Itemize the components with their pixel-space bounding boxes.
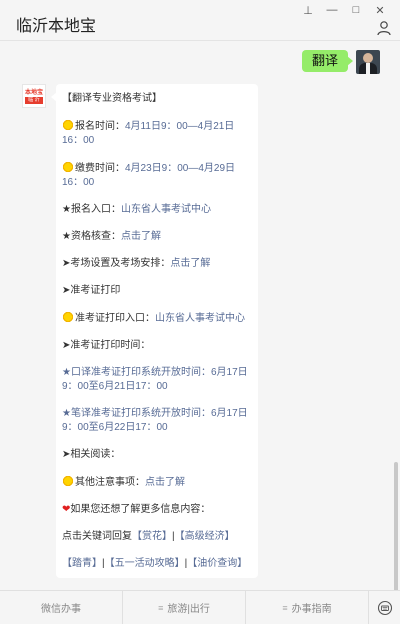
bot-avatar[interactable]: 本地宝 临 沂 xyxy=(22,84,46,108)
bottom-menu: 微信办事 ≡ 旅游|出行 ≡ 办事指南 xyxy=(0,590,400,624)
keyboard-toggle[interactable] xyxy=(369,591,400,624)
admission-print-heading: ➤准考证打印 xyxy=(62,285,121,296)
menu-weixin-banshi[interactable]: 微信办事 xyxy=(0,591,123,624)
written-print-time: ★笔译准考证打印系统开放时间：6月17日9：00至6月22日17：00 xyxy=(62,408,248,433)
related-reading: ➤相关阅读： xyxy=(62,449,121,460)
more-info: ❤如果您还想了解更多信息内容： xyxy=(62,504,211,515)
user-avatar[interactable] xyxy=(356,50,380,74)
sun-icon xyxy=(62,161,74,173)
keyword-wuyi[interactable]: 【五一活动攻略】 xyxy=(105,558,185,569)
incoming-bubble: 【翻译专业资格考试】 报名时间：4月11日9：00—4月21日16：00 缴费时… xyxy=(51,84,258,578)
oral-print-time: ★口译准考证打印系统开放时间：6月17日9：00至6月21日17：00 xyxy=(62,367,248,392)
logo-text-top: 本地宝 xyxy=(24,89,43,96)
chat-title: 临沂本地宝 xyxy=(16,18,97,35)
window-controls: ⊥ — □ ✕ xyxy=(296,2,392,18)
qualification-check: ★资格核查：点击了解 xyxy=(62,231,161,242)
sun-icon xyxy=(62,311,74,323)
outgoing-bubble[interactable]: 翻译 xyxy=(301,50,354,72)
scrollbar-thumb[interactable] xyxy=(394,462,398,592)
menu-banshi-zhinan[interactable]: ≡ 办事指南 xyxy=(246,591,369,624)
close-button[interactable]: ✕ xyxy=(368,2,392,18)
menu-icon: ≡ xyxy=(282,602,288,613)
message-heading: 【翻译专业资格考试】 xyxy=(62,93,162,104)
keyword-line-1: 点击关键词回复【赏花】|【高级经济】 xyxy=(62,531,235,542)
keyboard-icon xyxy=(377,600,392,615)
keyword-gaoji[interactable]: 【高级经济】 xyxy=(175,531,235,542)
keyword-line-2: 【踏青】|【五一活动攻略】|【油价查询】 xyxy=(62,558,248,569)
admission-print-entry: 准考证打印入口：山东省人事考试中心 xyxy=(62,311,252,326)
profile-icon[interactable] xyxy=(376,20,392,36)
title-bar: 临沂本地宝 ⊥ — □ ✕ xyxy=(0,0,400,40)
outgoing-message: 翻译 xyxy=(301,50,380,74)
venue-arrangement: ➤考场设置及考场安排：点击了解 xyxy=(62,258,211,269)
registration-time: 报名时间：4月11日9：00—4月21日16：00 xyxy=(62,119,235,146)
keyword-shanghua[interactable]: 【赏花】 xyxy=(132,531,172,542)
logo-text-bottom: 临 沂 xyxy=(25,96,43,104)
minimize-button[interactable]: — xyxy=(320,2,344,18)
admission-print-link[interactable]: 山东省人事考试中心 xyxy=(155,313,245,324)
registration-entry-link[interactable]: 山东省人事考试中心 xyxy=(121,204,211,215)
sun-icon xyxy=(62,119,74,131)
keyword-taqing[interactable]: 【踏青】 xyxy=(62,558,102,569)
maximize-button[interactable]: □ xyxy=(344,2,368,18)
menu-icon: ≡ xyxy=(158,602,164,613)
venue-link[interactable]: 点击了解 xyxy=(170,258,210,269)
qualification-check-link[interactable]: 点击了解 xyxy=(121,231,161,242)
menu-lvyou-chuxing[interactable]: ≡ 旅游|出行 xyxy=(123,591,246,624)
admission-print-time-heading: ➤准考证打印时间： xyxy=(62,340,151,351)
scrollbar[interactable] xyxy=(394,44,398,594)
pin-button[interactable]: ⊥ xyxy=(296,2,320,18)
title-divider xyxy=(0,40,400,41)
sun-icon xyxy=(62,475,74,487)
keyword-youjia[interactable]: 【油价查询】 xyxy=(187,558,247,569)
other-notes: 其他注意事项：点击了解 xyxy=(62,475,252,490)
registration-entry: ★报名入口：山东省人事考试中心 xyxy=(62,204,211,215)
other-notes-link[interactable]: 点击了解 xyxy=(145,477,185,488)
payment-time: 缴费时间：4月23日9：00—4月29日16：00 xyxy=(62,161,236,188)
